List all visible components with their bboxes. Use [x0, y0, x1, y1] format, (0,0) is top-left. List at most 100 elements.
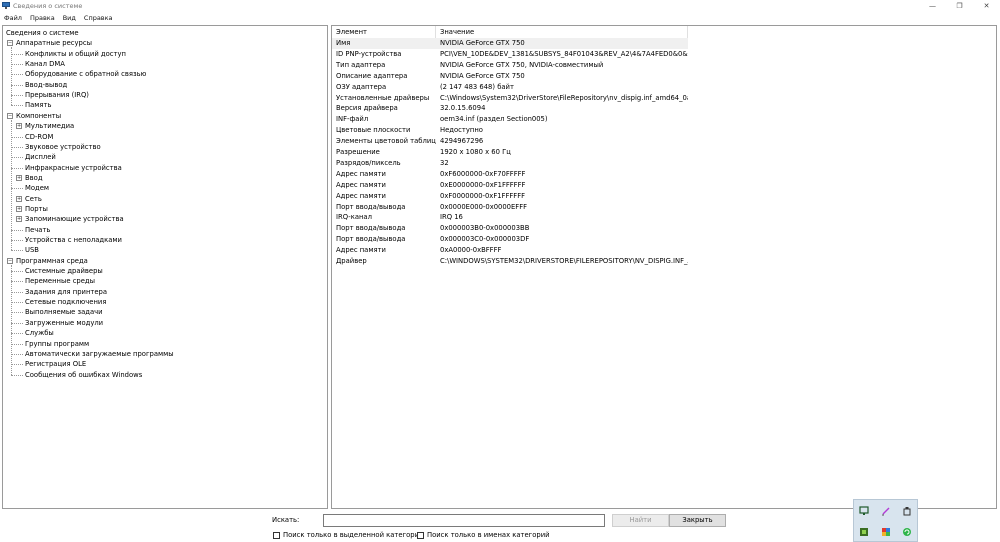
- expand-icon[interactable]: +: [16, 174, 22, 181]
- list-row[interactable]: Тип адаптера NVIDIA GeForce GTX 750, NVID…: [332, 60, 996, 71]
- search-input[interactable]: [323, 514, 605, 527]
- list-row[interactable]: Адрес памяти 0xE0000000-0xF1FFFFFF: [332, 180, 996, 191]
- tree-item[interactable]: Прерывания (IRQ): [25, 90, 89, 100]
- tree-item[interactable]: Загруженные модули: [25, 318, 103, 328]
- list-row[interactable]: INF-файл oem34.inf (раздел Section005): [332, 114, 996, 125]
- cell-element: Порт ввода/вывода: [336, 235, 406, 244]
- tree-item[interactable]: Сетевые подключения: [25, 297, 106, 307]
- tree-item[interactable]: Конфликты и общий доступ: [25, 49, 126, 59]
- title-bar: Сведения о системе — ❐ ✕: [0, 0, 1000, 11]
- close-button[interactable]: Закрыть: [669, 514, 726, 527]
- list-row[interactable]: ID PNP-устройства PCI\VEN_10DE&DEV_1381&S…: [332, 49, 996, 60]
- collapse-icon[interactable]: −: [7, 40, 13, 47]
- app-icon[interactable]: [881, 527, 891, 537]
- expand-icon[interactable]: +: [16, 123, 22, 130]
- list-row[interactable]: Адрес памяти 0xA0000-0xBFFFF: [332, 245, 996, 256]
- update-icon[interactable]: [902, 527, 912, 537]
- tree-item[interactable]: Программная среда: [16, 256, 88, 266]
- tree-item[interactable]: Канал DMA: [25, 59, 65, 69]
- list-row[interactable]: Порт ввода/вывода 0x000003C0-0x000003DF: [332, 234, 996, 245]
- cell-value: C:\WINDOWS\SYSTEM32\DRIVERSTORE\FILEREPO…: [440, 257, 688, 265]
- tree-item[interactable]: Выполняемые задачи: [25, 307, 103, 317]
- tree-item[interactable]: Инфракрасные устройства: [25, 163, 122, 173]
- cell-value: PCI\VEN_10DE&DEV_1381&SUBSYS_84F01043&RE…: [440, 49, 688, 58]
- list-row[interactable]: Адрес памяти 0xF0000000-0xF1FFFFFF: [332, 191, 996, 202]
- menu-help[interactable]: Справка: [80, 14, 117, 22]
- tree-connector: [11, 53, 23, 55]
- list-row[interactable]: Адрес памяти 0xF6000000-0xF70FFFFF: [332, 169, 996, 180]
- list-row[interactable]: Имя NVIDIA GeForce GTX 750: [332, 38, 996, 49]
- menu-edit[interactable]: Правка: [26, 14, 59, 22]
- close-icon[interactable]: ✕: [973, 0, 1000, 11]
- maximize-icon[interactable]: ❐: [946, 0, 973, 11]
- tree-item[interactable]: Ввод-вывод: [25, 80, 67, 90]
- tree-item[interactable]: Сообщения об ошибках Windows: [25, 370, 142, 380]
- tree-item[interactable]: Устройства с неполадками: [25, 235, 122, 245]
- collapse-icon[interactable]: −: [7, 112, 13, 119]
- minimize-icon[interactable]: —: [919, 0, 946, 11]
- checkbox-selected-category[interactable]: Поиск только в выделенной категории: [273, 531, 423, 539]
- tree-item[interactable]: Задания для принтера: [25, 287, 107, 297]
- category-tree[interactable]: Сведения о системе Аппаратные ресурсы − Кон…: [2, 25, 328, 509]
- checkbox-category-names[interactable]: Поиск только в именах категорий: [417, 531, 550, 539]
- cell-element: Разрешение: [336, 148, 380, 156]
- cell-element: Разрядов/пиксель: [336, 158, 401, 167]
- list-row[interactable]: Разрешение 1920 x 1080 x 60 Гц: [332, 147, 996, 158]
- checkbox-box[interactable]: [417, 531, 424, 539]
- tree-item[interactable]: Оборудование с обратной связью: [25, 69, 146, 79]
- tree-connector: [11, 47, 12, 106]
- tree-item[interactable]: Службы: [25, 328, 54, 338]
- tree-item[interactable]: USB: [25, 245, 39, 255]
- list-row[interactable]: Версия драйвера 32.0.15.6094: [332, 103, 996, 114]
- tree-item[interactable]: Память: [25, 100, 51, 110]
- tree-item[interactable]: Мультимедиа: [25, 121, 74, 131]
- list-row[interactable]: Установленные драйверы C:\Windows\System3…: [332, 93, 996, 104]
- tree-item[interactable]: Переменные среды: [25, 276, 95, 286]
- tree-item[interactable]: CD-ROM: [25, 132, 53, 142]
- list-row[interactable]: IRQ-канал IRQ 16: [332, 212, 996, 223]
- tree-item[interactable]: Ввод: [25, 173, 43, 183]
- tree-item[interactable]: Порты: [25, 204, 48, 214]
- tree-item[interactable]: Аппаратные ресурсы: [16, 38, 92, 48]
- list-row[interactable]: Элементы цветовой таблицы 4294967296: [332, 136, 996, 147]
- tree-item[interactable]: Группы программ: [25, 339, 89, 349]
- tree-item[interactable]: Регистрация OLE: [25, 359, 86, 369]
- usb-drive-icon[interactable]: [902, 506, 912, 516]
- checkbox-box[interactable]: [273, 531, 280, 539]
- monitor-icon[interactable]: [859, 506, 869, 516]
- tree-item[interactable]: Печать: [25, 225, 50, 235]
- list-row[interactable]: Порт ввода/вывода 0x000003B0-0x000003BB: [332, 223, 996, 234]
- menu-view[interactable]: Вид: [59, 14, 80, 22]
- tree-item[interactable]: Сеть: [25, 194, 42, 204]
- menu-file[interactable]: Файл: [0, 14, 26, 22]
- details-list[interactable]: Элемент Значение Имя NVIDIA GeForce GTX 7…: [331, 25, 997, 509]
- gpu-icon[interactable]: [859, 527, 869, 537]
- cell-element: Драйвер: [336, 257, 367, 265]
- tree-item[interactable]: Автоматически загружаемые программы: [25, 349, 174, 359]
- expand-icon[interactable]: +: [16, 216, 22, 223]
- column-header-element[interactable]: Элемент: [332, 26, 436, 38]
- tree-item[interactable]: Дисплей: [25, 152, 56, 162]
- tree-connector: [11, 240, 23, 241]
- column-header-value[interactable]: Значение: [436, 26, 688, 38]
- expand-icon[interactable]: +: [16, 205, 22, 212]
- find-button[interactable]: Найти: [612, 514, 669, 527]
- pen-icon[interactable]: [881, 506, 891, 516]
- list-row[interactable]: Разрядов/пиксель 32: [332, 158, 996, 169]
- tree-item[interactable]: Компоненты: [16, 111, 61, 121]
- expand-icon[interactable]: +: [16, 195, 22, 202]
- tree-connector: [11, 353, 23, 355]
- tree-item[interactable]: Системные драйверы: [25, 266, 103, 276]
- list-row[interactable]: Драйвер C:\WINDOWS\SYSTEM32\DRIVERSTORE\F…: [332, 256, 996, 267]
- tree-item[interactable]: Запоминающие устройства: [25, 214, 124, 224]
- list-row[interactable]: ОЗУ адаптера (2 147 483 648) байт: [332, 82, 996, 93]
- list-row[interactable]: Порт ввода/вывода 0x0000E000-0x0000EFFF: [332, 202, 996, 213]
- tree-item[interactable]: Звуковое устройство: [25, 142, 101, 152]
- list-row[interactable]: Цветовые плоскости Недоступно: [332, 125, 996, 136]
- tree-item[interactable]: Сведения о системе: [6, 28, 79, 38]
- cell-value: oem34.inf (раздел Section005): [440, 115, 548, 124]
- tree-item[interactable]: Модем: [25, 183, 49, 193]
- list-row[interactable]: Описание адаптера NVIDIA GeForce GTX 750: [332, 71, 996, 82]
- collapse-icon[interactable]: −: [7, 257, 13, 264]
- cell-element: ОЗУ адаптера: [336, 82, 387, 91]
